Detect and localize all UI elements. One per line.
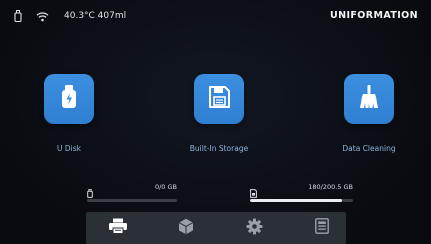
usb-storage-indicator: 0/0 GB: [87, 181, 177, 207]
tile-u-disk[interactable]: U Disk: [14, 74, 124, 158]
status-bar: 40.3°C 407ml UNIFORMATION: [0, 0, 431, 32]
internal-storage-value: 180/200.5 GB: [308, 183, 353, 191]
usb-drive-icon: [58, 84, 80, 114]
tile-data-cleaning[interactable]: Data Cleaning: [314, 74, 424, 158]
built-in-storage-label: Built-In Storage: [189, 144, 249, 153]
usb-stick-icon: [14, 9, 22, 23]
internal-storage-fill: [250, 199, 343, 202]
nav-print-button[interactable]: [107, 218, 129, 238]
bottom-nav-bar: [86, 212, 346, 244]
usb-storage-bar: [87, 199, 177, 202]
internal-storage-indicator: 180/200.5 GB: [250, 181, 353, 207]
nav-models-button[interactable]: [175, 218, 197, 238]
cube-icon: [178, 218, 194, 239]
floppy-disk-icon: [207, 85, 231, 113]
nav-settings-button[interactable]: [243, 218, 265, 238]
usb-storage-value: 0/0 GB: [154, 183, 177, 191]
wifi-icon: [36, 9, 49, 23]
home-screen: 40.3°C 407ml UNIFORMATION U Disk Built-I…: [0, 0, 431, 244]
brand-logo: UNIFORMATION: [330, 10, 418, 21]
built-in-storage-button[interactable]: [194, 74, 244, 124]
broom-icon: [357, 84, 381, 114]
data-cleaning-button[interactable]: [344, 74, 394, 124]
printer-icon: [108, 218, 128, 238]
u-disk-label: U Disk: [57, 144, 81, 153]
u-disk-button[interactable]: [44, 74, 94, 124]
info-panel-icon: [315, 218, 329, 238]
tile-built-in-storage[interactable]: Built-In Storage: [164, 74, 274, 158]
internal-storage-bar: [250, 199, 353, 202]
temperature-resin-readout: 40.3°C 407ml: [64, 11, 127, 21]
gear-icon: [246, 218, 263, 239]
data-cleaning-label: Data Cleaning: [342, 144, 396, 153]
nav-info-button[interactable]: [311, 218, 333, 238]
